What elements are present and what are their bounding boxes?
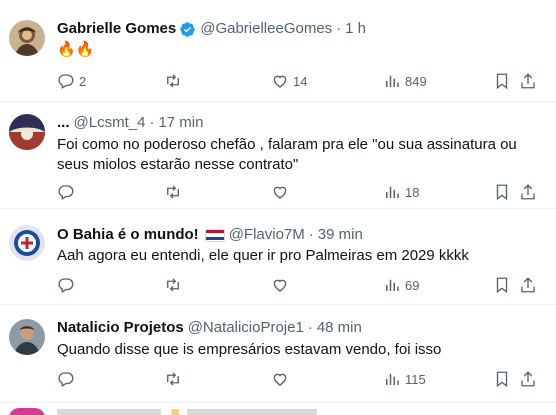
views-button[interactable]: 69 [383, 275, 419, 295]
reply-button[interactable] [57, 182, 79, 202]
verified-badge-icon [180, 21, 195, 37]
retweet-icon [167, 74, 179, 88]
tweet-actions: 115 [57, 369, 537, 389]
reply-button[interactable]: 2 [57, 71, 86, 91]
bookmark-icon [496, 371, 508, 388]
heart-icon [273, 186, 287, 199]
bookmark-button[interactable] [493, 182, 511, 202]
heart-icon [273, 279, 287, 292]
separator-dot: · [336, 20, 342, 37]
bookmark-button[interactable] [493, 275, 511, 295]
reply-button[interactable] [57, 369, 79, 389]
tweet-text: Foi como no poderoso chefão , falaram pr… [57, 136, 517, 173]
reply-icon [58, 74, 74, 89]
tweet[interactable]: Natalicio Projetos @NatalicioProje1 · 48… [0, 305, 556, 403]
tweet-timestamp[interactable]: 17 min [158, 113, 203, 133]
bookmark-icon [496, 73, 508, 90]
share-icon [521, 277, 535, 293]
separator-dot: · [149, 114, 155, 131]
author-name[interactable]: O Bahia é o mundo! [57, 225, 199, 245]
tweet-text: Quando disse que is empresários estavam … [57, 341, 442, 358]
tweet[interactable]: Gabrielle Gomes @GabrielleeGomes · 1 h 🔥… [0, 0, 556, 102]
avatar[interactable] [9, 114, 45, 150]
tweet-header: ... @Lcsmt_4 · 17 min [57, 113, 203, 133]
bookmark-button[interactable] [493, 369, 511, 389]
tweet-actions: 69 [57, 275, 537, 295]
share-icon [521, 371, 535, 387]
reply-icon [58, 278, 74, 293]
timeline-feed: Gabrielle Gomes @GabrielleeGomes · 1 h 🔥… [0, 0, 556, 415]
tweet-header: Gabrielle Gomes @GabrielleeGomes · 1 h [57, 19, 366, 39]
author-name[interactable]: Natalicio Projetos [57, 318, 184, 338]
tweet-actions: 18 [57, 182, 537, 202]
tweet-header: Natalicio Projetos @NatalicioProje1 · 48… [57, 318, 362, 338]
views-chart-icon [386, 279, 399, 291]
author-handle[interactable]: @Lcsmt_4 [74, 113, 146, 133]
bookmark-icon [496, 184, 508, 201]
tweet-timestamp[interactable]: 39 min [318, 225, 363, 245]
views-button[interactable]: 849 [383, 71, 427, 91]
tweet-actions: 2 14 849 [57, 71, 537, 91]
view-count: 115 [405, 371, 426, 387]
retweet-icon [167, 185, 179, 199]
retweet-button[interactable] [164, 275, 186, 295]
view-count: 69 [405, 277, 420, 293]
share-button[interactable] [519, 182, 537, 202]
like-button[interactable] [271, 369, 293, 389]
views-button[interactable]: 18 [383, 182, 419, 202]
bookmark-icon [496, 277, 508, 294]
separator-dot: · [308, 226, 314, 243]
avatar[interactable] [9, 20, 45, 56]
avatar[interactable] [9, 319, 45, 355]
heart-icon [273, 373, 287, 386]
views-chart-icon [386, 75, 399, 87]
views-chart-icon [386, 373, 399, 385]
tweet-timestamp[interactable]: 1 h [345, 19, 366, 39]
like-button[interactable] [271, 275, 293, 295]
avatar[interactable] [9, 225, 45, 261]
retweet-button[interactable] [164, 369, 186, 389]
views-chart-icon [386, 186, 399, 198]
reply-count: 2 [79, 73, 87, 89]
retweet-button[interactable] [164, 71, 186, 91]
retweet-icon [167, 278, 179, 292]
tweet[interactable]: O Bahia é o mundo! @Flavio7M · 39 min Aa… [0, 209, 556, 305]
retweet-button[interactable] [164, 182, 186, 202]
tweet-text: Aah agora eu entendi, ele quer ir pro Pa… [57, 247, 469, 264]
separator-dot: · [307, 319, 313, 336]
next-tweet-header-partial [57, 409, 317, 415]
tweet-timestamp[interactable]: 48 min [317, 318, 362, 338]
share-button[interactable] [519, 71, 537, 91]
tweet[interactable]: ... @Lcsmt_4 · 17 min Foi como no podero… [0, 102, 556, 209]
retweet-icon [167, 372, 179, 386]
view-count: 849 [405, 73, 427, 89]
share-icon [521, 184, 535, 200]
netherlands-flag-icon [204, 228, 225, 242]
author-name[interactable]: ... [57, 113, 70, 133]
share-icon [521, 73, 535, 89]
tweet-text: 🔥🔥 [57, 41, 95, 58]
share-button[interactable] [519, 369, 537, 389]
author-handle[interactable]: @GabrielleeGomes [200, 19, 332, 39]
author-handle[interactable]: @Flavio7M [229, 225, 305, 245]
author-handle[interactable]: @NatalicioProje1 [188, 318, 304, 338]
tweet-header: O Bahia é o mundo! @Flavio7M · 39 min [57, 225, 363, 245]
author-name[interactable]: Gabrielle Gomes [57, 19, 176, 39]
reply-icon [58, 185, 74, 200]
views-button[interactable]: 115 [383, 369, 426, 389]
like-button[interactable] [271, 182, 293, 202]
next-tweet-avatar-partial [9, 408, 45, 415]
heart-icon [273, 75, 287, 88]
reply-button[interactable] [57, 275, 79, 295]
like-count: 14 [293, 73, 308, 89]
view-count: 18 [405, 184, 420, 200]
like-button[interactable]: 14 [271, 71, 307, 91]
share-button[interactable] [519, 275, 537, 295]
reply-icon [58, 372, 74, 387]
bookmark-button[interactable] [493, 71, 511, 91]
